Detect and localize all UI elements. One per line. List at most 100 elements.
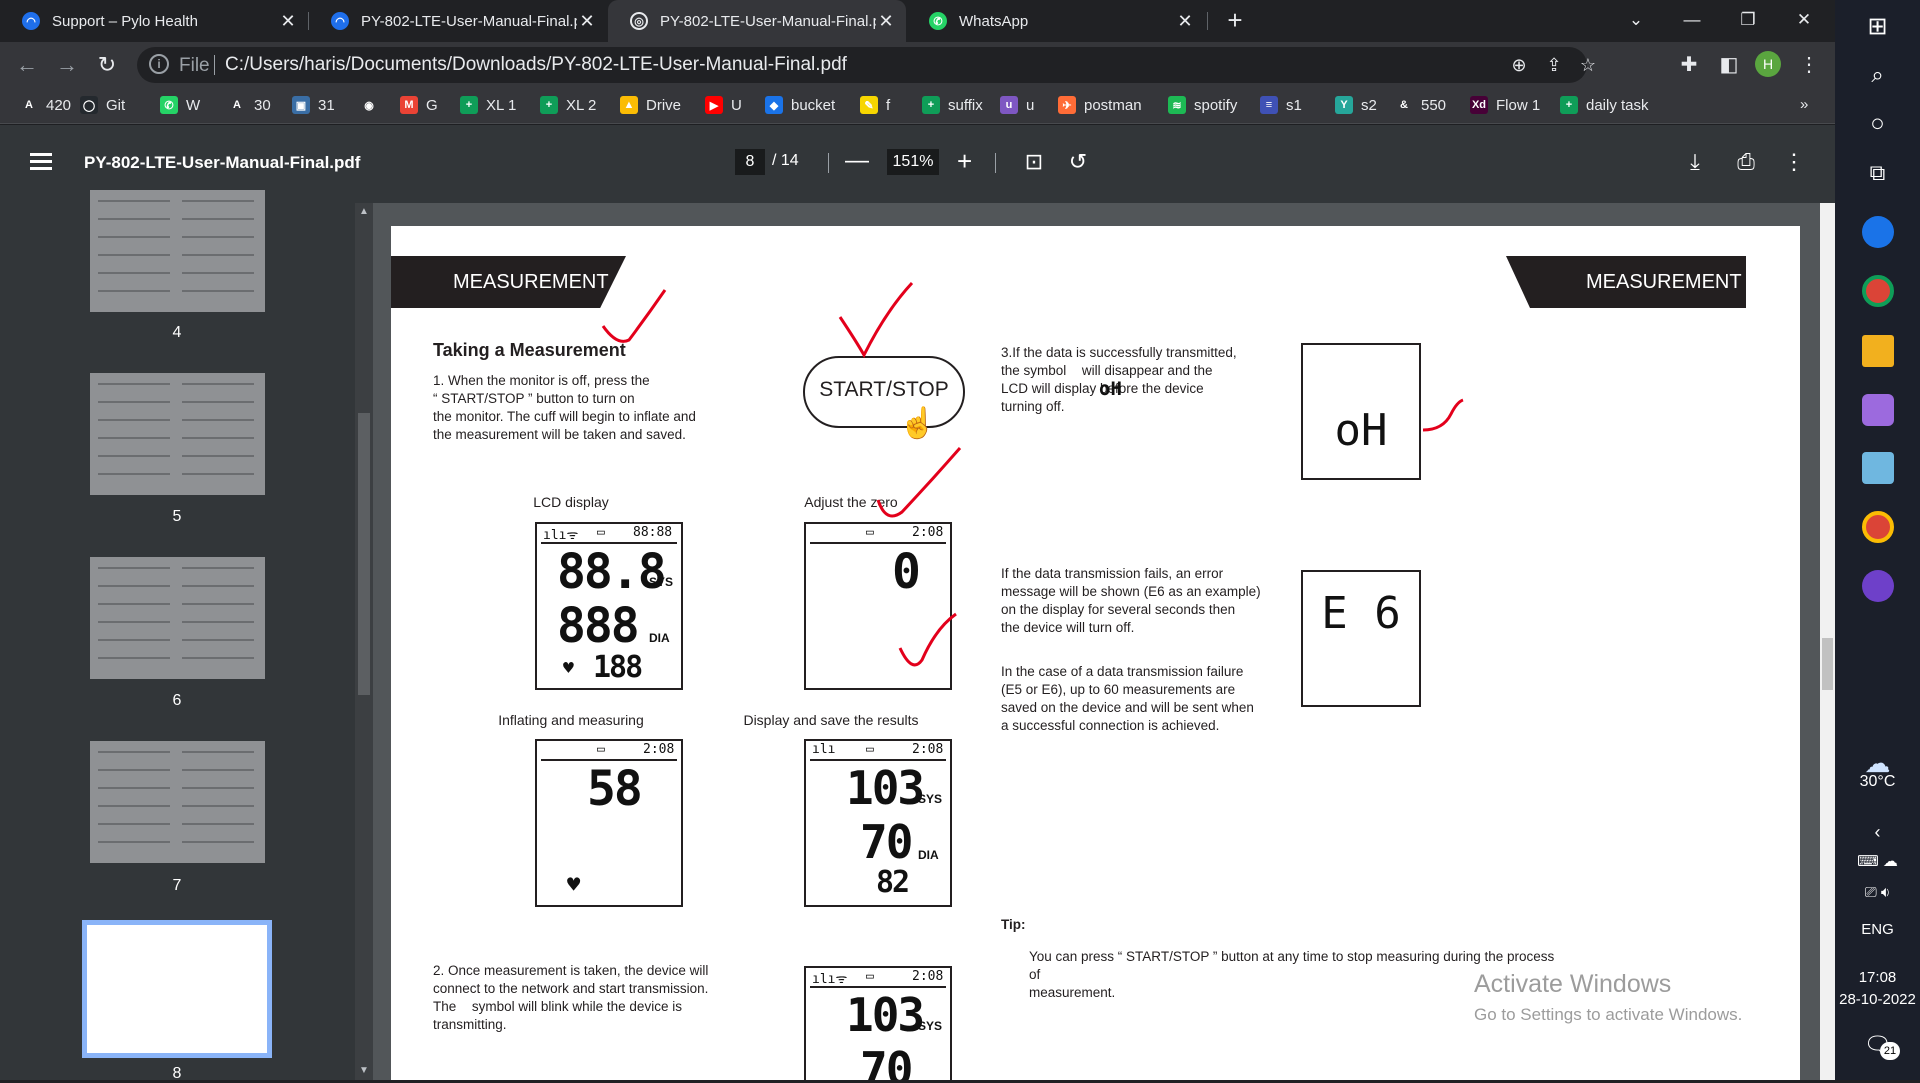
restore-button[interactable]: ❐ [1720, 0, 1776, 40]
bookmark-item[interactable]: ≋ spotify [1168, 96, 1237, 114]
bookmark-item[interactable]: ▣ 31 [292, 96, 335, 114]
print-icon[interactable]: ⎙ [1732, 149, 1760, 175]
page-thumbnail-5[interactable] [90, 373, 265, 495]
zoom-input[interactable]: 151% [887, 149, 939, 175]
url-text[interactable]: C:/Users/haris/Documents/Downloads/PY-80… [225, 54, 847, 76]
bookmark-label: Drive [646, 96, 682, 114]
chrome-icon[interactable] [1862, 275, 1894, 307]
windows-start-icon[interactable]: ⊞ [1835, 12, 1920, 41]
thumbnail-text-line [98, 455, 170, 457]
system-tray-icons[interactable]: ⌨ ☁ [1835, 852, 1920, 870]
scroll-up-arrow-icon[interactable]: ▲ [359, 206, 369, 217]
back-button[interactable]: ← [12, 50, 42, 80]
bookmark-item[interactable]: ✆ W [160, 96, 200, 114]
page-thumbnail-6[interactable] [90, 557, 265, 679]
side-panel-icon[interactable]: ◧ [1716, 52, 1742, 77]
tab-search-chevron-icon[interactable]: ⌄ [1608, 0, 1664, 40]
bookmark-item[interactable]: + XL 1 [460, 96, 516, 114]
download-icon[interactable]: ⤓ [1681, 149, 1709, 175]
bookmark-item[interactable]: A 30 [228, 96, 271, 114]
close-icon[interactable]: ✕ [876, 11, 896, 32]
zoom-icon[interactable]: ⊕ [1508, 55, 1530, 76]
bookmark-item[interactable]: ✎ f [860, 96, 890, 114]
close-icon[interactable]: ✕ [1175, 11, 1195, 32]
page-thumbnail-7[interactable] [90, 741, 265, 863]
bookmark-favicon-icon: ▲ [620, 96, 638, 114]
bookmarks-overflow-button[interactable]: » [1800, 96, 1808, 113]
bookmark-item[interactable]: Xd Flow 1 [1470, 96, 1540, 114]
tab-manual-active[interactable]: ◎ PY-802-LTE-User-Manual-Final.p ✕ [608, 0, 906, 42]
language-indicator[interactable]: ENG [1835, 921, 1920, 938]
bookmark-item[interactable]: & 550 [1395, 96, 1446, 114]
thumbnail-text-line [98, 419, 170, 421]
bookmark-item[interactable]: uu [1000, 96, 1034, 114]
notification-center-icon[interactable]: 🗨︎ [1835, 1032, 1920, 1058]
menu-kebab-icon[interactable]: ⋮ [1796, 52, 1822, 77]
thumbnail-label: 8 [172, 1065, 182, 1082]
sidebar-scrollbar[interactable]: ▲ ▼ [355, 203, 373, 1080]
zoom-in-button[interactable]: + [957, 146, 972, 177]
share-icon[interactable]: ⇪ [1543, 55, 1565, 76]
bookmark-item[interactable]: + XL 2 [540, 96, 596, 114]
tab-whatsapp[interactable]: ✆ WhatsApp ✕ [907, 0, 1205, 42]
bookmark-item[interactable]: A 420 [20, 96, 71, 114]
forward-button[interactable]: → [52, 50, 82, 80]
maps-icon[interactable] [1862, 216, 1894, 248]
minimize-button[interactable]: — [1664, 0, 1720, 40]
close-icon[interactable]: ✕ [577, 11, 597, 32]
bookmark-item[interactable]: ✈ postman [1058, 96, 1142, 114]
feather-app-icon[interactable] [1862, 394, 1894, 426]
show-hidden-icons-chevron-icon[interactable]: ‹ [1835, 822, 1920, 843]
tab-manual-1[interactable]: ◠ PY-802-LTE-User-Manual-Final.p ✕ [309, 0, 607, 42]
github-desktop-icon[interactable] [1862, 570, 1894, 602]
file-explorer-icon[interactable] [1862, 335, 1894, 367]
close-window-button[interactable]: ✕ [1776, 0, 1832, 40]
notes-app-icon[interactable] [1862, 452, 1894, 484]
fit-page-icon[interactable]: ⊡ [1020, 149, 1048, 175]
info-icon[interactable]: i [149, 54, 169, 74]
bookmark-item[interactable]: MG [400, 96, 438, 114]
hamburger-menu-icon[interactable] [30, 153, 52, 174]
bookmark-item[interactable]: ◉ [360, 96, 386, 114]
more-options-icon[interactable]: ⋮ [1780, 149, 1808, 175]
thumbnail-text-line [98, 603, 170, 605]
bookmark-item[interactable]: + daily task [1560, 96, 1649, 114]
main-scrollbar[interactable] [1820, 203, 1835, 1080]
pdf-viewport[interactable]: MEASUREMENT MEASUREMENT Taking a Measure… [373, 203, 1820, 1080]
network-volume-icon[interactable]: ⎚ 🔉︎ [1835, 884, 1920, 901]
weather-temp[interactable]: 30°C [1835, 773, 1920, 791]
tab-support[interactable]: ◠ Support – Pylo Health ✕ [0, 0, 308, 42]
clock-date[interactable]: 28-10-2022 [1835, 991, 1920, 1008]
address-bar[interactable]: i File C:/Users/haris/Documents/Download… [137, 47, 1596, 83]
scroll-down-arrow-icon[interactable]: ▼ [359, 1065, 369, 1076]
clock-time[interactable]: 17:08 [1835, 969, 1920, 986]
thumbnail-text-line [182, 254, 254, 256]
page-thumbnail-4[interactable] [90, 190, 265, 312]
extensions-icon[interactable]: ✚ [1676, 52, 1702, 77]
task-view-icon[interactable]: ⧉ [1835, 160, 1920, 186]
thumbnail-text-line [98, 769, 170, 771]
cortana-icon[interactable]: ○ [1835, 110, 1920, 138]
bookmark-item[interactable]: ≡ s1 [1260, 96, 1302, 114]
page-number-input[interactable]: 8 [735, 149, 765, 175]
bookmark-item[interactable]: ◯ Git [80, 96, 125, 114]
bookmark-star-icon[interactable]: ☆ [1577, 55, 1599, 76]
bookmark-item[interactable]: + suffix [922, 96, 983, 114]
lcd-divider [810, 542, 946, 544]
chrome-profile-icon[interactable] [1862, 511, 1894, 543]
main-scroll-thumb[interactable] [1822, 638, 1833, 690]
sidebar-scroll-thumb[interactable] [358, 413, 370, 695]
bookmark-item[interactable]: ▶ U [705, 96, 742, 114]
rotate-icon[interactable]: ↺ [1064, 149, 1092, 175]
search-icon[interactable]: ⌕ [1835, 62, 1920, 88]
zoom-out-button[interactable]: — [845, 147, 869, 175]
new-tab-button[interactable]: + [1220, 6, 1250, 36]
thumbnail-text-line [182, 787, 254, 789]
bookmark-item[interactable]: ▲ Drive [620, 96, 681, 114]
close-icon[interactable]: ✕ [278, 11, 298, 32]
bookmark-item[interactable]: Ys2 [1335, 96, 1377, 114]
reload-button[interactable]: ↻ [92, 50, 122, 80]
bookmark-item[interactable]: ◆ bucket [765, 96, 835, 114]
profile-avatar[interactable]: H [1755, 51, 1781, 77]
page-thumbnail-8-active[interactable] [82, 920, 272, 1058]
